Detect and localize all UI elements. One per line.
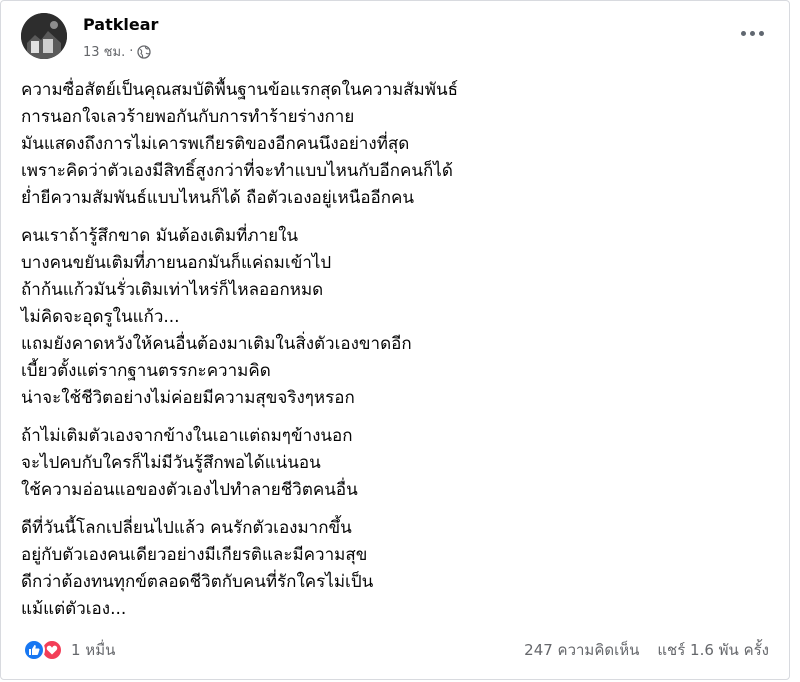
post-timestamp[interactable]: 13 ชม. bbox=[83, 41, 125, 62]
more-dot bbox=[749, 30, 755, 36]
comment-count[interactable]: 247 ความคิดเห็น bbox=[524, 638, 639, 662]
post-body: ความซื่อสัตย์เป็นคุณสมบัติพื้นฐานข้อแรกส… bbox=[21, 77, 761, 634]
text-line: ดีที่วันนี้โลกเปลี่ยนไปแล้ว คนรักตัวเองม… bbox=[21, 518, 352, 538]
text-line: เพราะคิดว่าตัวเองมีสิทธิ์สูงกว่าที่จะทำแ… bbox=[21, 161, 453, 181]
reaction-count[interactable]: 1 หมื่น bbox=[71, 638, 115, 662]
more-options-icon[interactable] bbox=[737, 23, 767, 43]
text-line: ดีกว่าต้องทนทุกข์ตลอดชีวิตกับคนที่รักใคร… bbox=[21, 572, 374, 592]
text-line: ย่ำยีความสัมพันธ์แบบไหนก็ได้ ถือตัวเองอย… bbox=[21, 188, 415, 208]
globe-icon[interactable] bbox=[137, 44, 151, 59]
post-stats: 247 ความคิดเห็น แชร์ 1.6 พัน ครั้ง bbox=[524, 638, 769, 662]
text-line: ไม่คิดจะอุดรูในแก้ว... bbox=[21, 307, 180, 327]
text-line: การนอกใจเลวร้ายพอกันกับการทำร้ายร่างกาย bbox=[21, 107, 355, 127]
author-name[interactable]: Patklear bbox=[83, 15, 158, 35]
paragraph-2: คนเราถ้ารู้สึกขาด มันต้องเติมที่ภายใน บา… bbox=[21, 223, 761, 412]
text-line: แม้แต่ตัวเอง... bbox=[21, 599, 127, 619]
reactions-summary[interactable]: 1 หมื่น bbox=[23, 638, 115, 662]
post-footer: 1 หมื่น 247 ความคิดเห็น แชร์ 1.6 พัน ครั… bbox=[23, 637, 769, 663]
text-line: แถมยังคาดหวังให้คนอื่นต้องมาเติมในสิ่งตั… bbox=[21, 334, 412, 354]
avatar-image bbox=[21, 13, 67, 59]
text-line: ถ้าก้นแก้วมันรั่วเติมเท่าไหร่ก็ไหลออกหมด bbox=[21, 280, 324, 300]
separator-dot: · bbox=[129, 44, 134, 59]
text-line: บางคนขยันเติมที่ภายนอกมันก็แค่ถมเข้าไป bbox=[21, 253, 332, 273]
text-line: คนเราถ้ารู้สึกขาด มันต้องเติมที่ภายใน bbox=[21, 226, 299, 246]
text-line: อยู่กับตัวเองคนเดียวอย่างมีเกียรติและมีค… bbox=[21, 545, 368, 565]
text-line: จะไปคบกับใครก็ไม่มีวันรู้สึกพอได้แน่นอน bbox=[21, 453, 321, 473]
paragraph-1: ความซื่อสัตย์เป็นคุณสมบัติพื้นฐานข้อแรกส… bbox=[21, 77, 761, 212]
like-icon bbox=[23, 639, 45, 661]
text-line: น่าจะใช้ชีวิตอย่างไม่ค่อยมีความสุขจริงๆห… bbox=[21, 388, 355, 408]
share-count[interactable]: แชร์ 1.6 พัน ครั้ง bbox=[657, 638, 769, 662]
text-line: ใช้ความอ่อนแอของตัวเองไปทำลายชีวิตคนอื่น bbox=[21, 480, 358, 500]
more-dot bbox=[740, 30, 746, 36]
text-line: ความซื่อสัตย์เป็นคุณสมบัติพื้นฐานข้อแรกส… bbox=[21, 80, 458, 100]
paragraph-3: ถ้าไม่เติมตัวเองจากข้างในเอาแต่ถมๆข้างนอ… bbox=[21, 423, 761, 504]
post-meta: Patklear 13 ชม. · bbox=[83, 15, 158, 62]
post-subline: 13 ชม. · bbox=[83, 41, 158, 62]
paragraph-4: ดีที่วันนี้โลกเปลี่ยนไปแล้ว คนรักตัวเองม… bbox=[21, 515, 761, 623]
text-line: ถ้าไม่เติมตัวเองจากข้างในเอาแต่ถมๆข้างนอ… bbox=[21, 426, 353, 446]
post-card: Patklear 13 ชม. · ความซื่อสัตย์เป็นคุณสม… bbox=[0, 0, 790, 680]
more-dot bbox=[758, 30, 764, 36]
text-line: เบี้ยวตั้งแต่รากฐานตรรกะความคิด bbox=[21, 361, 271, 381]
avatar[interactable] bbox=[21, 13, 67, 59]
post-header: Patklear 13 ชม. · bbox=[21, 13, 158, 62]
text-line: มันแสดงถึงการไม่เคารพเกียรติของอีกคนนึงอ… bbox=[21, 134, 410, 154]
